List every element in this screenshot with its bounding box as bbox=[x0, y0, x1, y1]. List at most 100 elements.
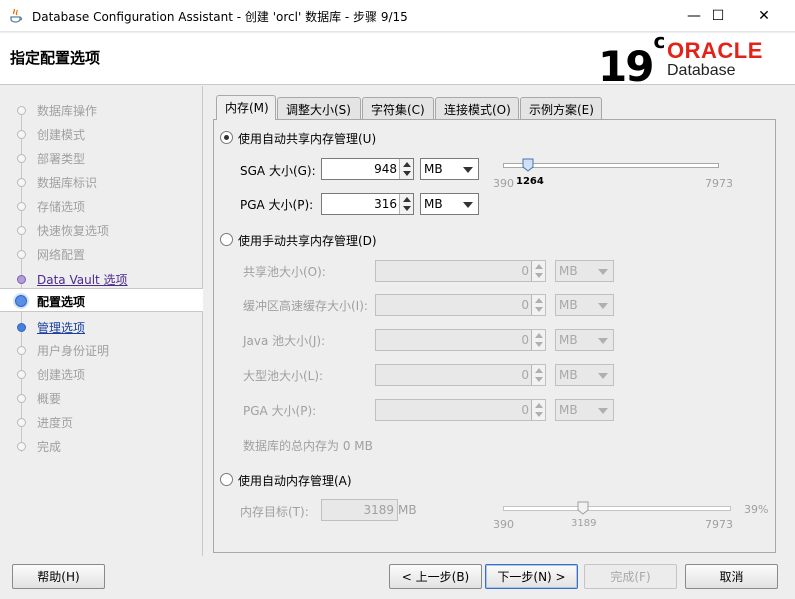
amm-slider-track[interactable] bbox=[503, 506, 731, 511]
manual-field-spinner[interactable]: 0 bbox=[375, 399, 546, 421]
spin-down-icon[interactable] bbox=[535, 307, 543, 312]
sga-size-value: 948 bbox=[374, 162, 397, 176]
manual-field-spinner[interactable]: 0 bbox=[375, 294, 546, 316]
version-number: 19 bbox=[598, 42, 654, 91]
step-indicator-icon bbox=[17, 275, 26, 284]
nav-step[interactable]: 管理选项 bbox=[0, 315, 203, 339]
chevron-down-icon bbox=[463, 202, 473, 208]
manual-label[interactable]: 使用手动共享内存管理(D) bbox=[238, 232, 377, 249]
step-indicator-icon bbox=[17, 106, 26, 115]
nav-step-label: 完成 bbox=[37, 440, 62, 454]
pga-unit-select[interactable]: MB bbox=[420, 193, 479, 215]
spin-down-icon[interactable] bbox=[535, 342, 543, 347]
spin-down-icon[interactable] bbox=[535, 377, 543, 382]
amm-label[interactable]: 使用自动内存管理(A) bbox=[238, 472, 352, 489]
spinner-arrows[interactable] bbox=[531, 365, 545, 385]
amm-slider-thumb[interactable] bbox=[577, 501, 589, 515]
finish-button[interactable]: 完成(F) bbox=[584, 564, 677, 589]
total-memory-text: 数据库的总内存为 0 MB bbox=[243, 439, 373, 453]
spinner-arrows[interactable] bbox=[531, 330, 545, 350]
tab-sizing[interactable]: 调整大小(S) bbox=[277, 97, 361, 119]
sga-slider-track[interactable] bbox=[503, 163, 719, 168]
spinner-arrows[interactable] bbox=[399, 159, 413, 179]
pga-size-spinner[interactable]: 316 bbox=[321, 193, 414, 215]
spinner-arrows[interactable] bbox=[399, 194, 413, 214]
chevron-down-icon bbox=[598, 373, 608, 379]
manual-radio[interactable] bbox=[220, 233, 233, 246]
nav-step-label: Data Vault 选项 bbox=[37, 273, 128, 287]
manual-field-spinner[interactable]: 0 bbox=[375, 329, 546, 351]
amm-slider-min: 390 bbox=[493, 518, 514, 531]
sga-slider-min: 390 bbox=[493, 177, 514, 190]
nav-step-label: 用户身份证明 bbox=[37, 344, 110, 358]
nav-step: 数据库操作 bbox=[0, 98, 203, 122]
page-title: 指定配置选项 bbox=[10, 49, 101, 67]
nav-step-label: 创建模式 bbox=[37, 128, 86, 142]
spin-up-icon[interactable] bbox=[535, 403, 543, 408]
nav-step-label: 管理选项 bbox=[37, 321, 86, 335]
sga-slider-max: 7973 bbox=[705, 177, 733, 190]
spin-down-icon[interactable] bbox=[403, 206, 411, 211]
spin-up-icon[interactable] bbox=[535, 368, 543, 373]
nav-step-label: 概要 bbox=[37, 392, 62, 406]
nav-step: 网络配置 bbox=[0, 242, 203, 266]
sga-slider-thumb[interactable] bbox=[522, 158, 534, 172]
pga-size-value: 316 bbox=[374, 197, 397, 211]
spin-up-icon[interactable] bbox=[535, 333, 543, 338]
chevron-down-icon bbox=[598, 408, 608, 414]
spin-down-icon[interactable] bbox=[535, 273, 543, 278]
sga-size-spinner[interactable]: 948 bbox=[321, 158, 414, 180]
manual-field-unit-select[interactable]: MB bbox=[555, 329, 614, 351]
nav-step-label: 部署类型 bbox=[37, 152, 86, 166]
sga-unit-select[interactable]: MB bbox=[420, 158, 479, 180]
sga-size-label: SGA 大小(G): bbox=[240, 164, 316, 178]
tab-sample-schemas[interactable]: 示例方案(E) bbox=[520, 97, 602, 119]
help-button[interactable]: 帮助(H) bbox=[12, 564, 105, 589]
title-bar: Database Configuration Assistant - 创建 'o… bbox=[0, 0, 795, 32]
tab-memory[interactable]: 内存(M) bbox=[216, 95, 276, 120]
nav-step-label: 数据库操作 bbox=[37, 104, 98, 118]
spin-down-icon[interactable] bbox=[403, 171, 411, 176]
amm-slider-max: 7973 bbox=[705, 518, 733, 531]
step-indicator-icon bbox=[15, 295, 27, 307]
manual-field-unit-select[interactable]: MB bbox=[555, 364, 614, 386]
maximize-button[interactable]: ☐ bbox=[695, 0, 741, 32]
step-indicator-icon bbox=[17, 178, 26, 187]
tab-charset[interactable]: 字符集(C) bbox=[362, 97, 434, 119]
nav-step-label: 快速恢复选项 bbox=[37, 224, 110, 238]
manual-field-label: 共享池大小(O): bbox=[243, 265, 326, 279]
manual-field-spinner[interactable]: 0 bbox=[375, 260, 546, 282]
pga-size-label: PGA 大小(P): bbox=[240, 198, 314, 212]
spin-up-icon[interactable] bbox=[535, 298, 543, 303]
spinner-arrows[interactable] bbox=[531, 261, 545, 281]
spin-down-icon[interactable] bbox=[535, 412, 543, 417]
memory-target-field[interactable]: 3189 bbox=[321, 499, 398, 521]
nav-step: 完成 bbox=[0, 434, 203, 458]
manual-field-unit-select[interactable]: MB bbox=[555, 260, 614, 282]
close-icon: ✕ bbox=[758, 8, 770, 24]
spinner-arrows[interactable] bbox=[531, 295, 545, 315]
spin-up-icon[interactable] bbox=[535, 264, 543, 269]
manual-field-spinner[interactable]: 0 bbox=[375, 364, 546, 386]
close-button[interactable]: ✕ bbox=[741, 0, 787, 32]
asmm-radio[interactable] bbox=[220, 131, 233, 144]
java-app-icon bbox=[10, 8, 23, 23]
manual-field-label: PGA 大小(P): bbox=[243, 404, 317, 418]
manual-field-label: 缓冲区高速缓存大小(I): bbox=[243, 299, 368, 313]
tab-connection-mode[interactable]: 连接模式(O) bbox=[435, 97, 519, 119]
manual-field-unit-select[interactable]: MB bbox=[555, 399, 614, 421]
step-indicator-icon bbox=[17, 154, 26, 163]
maximize-icon: ☐ bbox=[711, 8, 725, 24]
nav-step: 用户身份证明 bbox=[0, 338, 203, 362]
next-button[interactable]: 下一步(N) > bbox=[485, 564, 578, 589]
manual-field-unit-select[interactable]: MB bbox=[555, 294, 614, 316]
spin-up-icon[interactable] bbox=[403, 197, 411, 202]
spin-up-icon[interactable] bbox=[403, 162, 411, 167]
cancel-button[interactable]: 取消 bbox=[685, 564, 778, 589]
back-button[interactable]: < 上一步(B) bbox=[389, 564, 482, 589]
step-indicator-icon bbox=[17, 250, 26, 259]
step-indicator-icon bbox=[17, 130, 26, 139]
amm-radio[interactable] bbox=[220, 473, 233, 486]
spinner-arrows[interactable] bbox=[531, 400, 545, 420]
asmm-label[interactable]: 使用自动共享内存管理(U) bbox=[238, 130, 376, 147]
